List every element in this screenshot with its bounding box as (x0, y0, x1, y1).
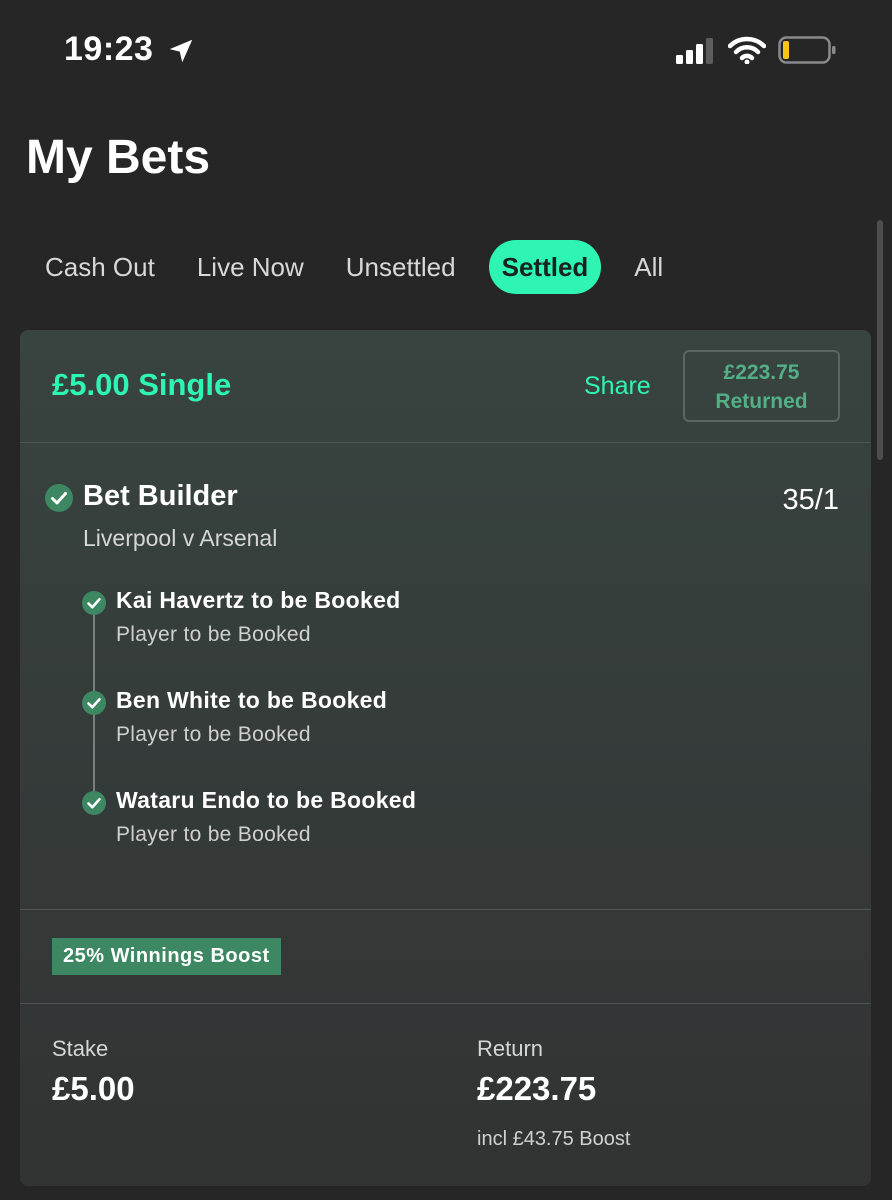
tab-settled[interactable]: Settled (488, 240, 602, 294)
page-title: My Bets (26, 131, 211, 184)
location-arrow-icon (169, 39, 193, 63)
bet-card-header: £5.00 Single Share £223.75 Returned (20, 330, 871, 443)
leg-selection: Ben White to be Booked (116, 687, 388, 713)
leg-market: Player to be Booked (116, 723, 311, 746)
check-circle-icon (82, 791, 106, 815)
tab-cash-out[interactable]: Cash Out (24, 240, 176, 294)
status-bar: 19:23 (0, 0, 892, 100)
leg-market: Player to be Booked (116, 823, 311, 846)
returned-label: Returned (715, 390, 808, 413)
bet-odds: 35/1 (782, 484, 839, 516)
leg-selection: Wataru Endo to be Booked (116, 787, 417, 813)
match-name: Liverpool v Arsenal (83, 525, 278, 551)
bet-type-label: £5.00 Single (52, 367, 232, 402)
cellular-signal-icon (676, 38, 713, 64)
winnings-boost-badge: 25% Winnings Boost (52, 938, 281, 975)
tab-live-now[interactable]: Live Now (176, 240, 325, 294)
bet-builder-title: Bet Builder (83, 480, 238, 512)
check-circle-icon (82, 691, 106, 715)
leg-market: Player to be Booked (116, 623, 311, 646)
leg-selection: Kai Havertz to be Booked (116, 587, 401, 613)
returned-amount: £223.75 (723, 361, 800, 384)
divider (20, 909, 871, 910)
tab-all[interactable]: All (613, 240, 684, 294)
bet-filter-tabs: Cash Out Live Now Unsettled Settled All (24, 240, 684, 294)
tab-unsettled[interactable]: Unsettled (325, 240, 477, 294)
wifi-icon (728, 36, 766, 64)
check-circle-icon (82, 591, 106, 615)
return-label: Return (477, 1036, 544, 1061)
return-value: £223.75 (477, 1070, 597, 1107)
my-bets-screen: 19:23 My Bets Cash Out Live Now Unsettle… (0, 0, 892, 1200)
divider (20, 1003, 871, 1004)
battery-low-icon (778, 36, 836, 64)
returned-badge: £223.75 Returned (683, 350, 840, 422)
stake-label: Stake (52, 1036, 109, 1061)
stake-value: £5.00 (52, 1070, 135, 1107)
boost-note: incl £43.75 Boost (477, 1128, 631, 1150)
check-circle-icon (45, 484, 73, 512)
status-time: 19:23 (64, 30, 154, 68)
share-button[interactable]: Share (584, 372, 651, 401)
scrollbar[interactable] (877, 220, 883, 460)
bet-card[interactable]: £5.00 Single Share £223.75 Returned Bet … (20, 330, 871, 1186)
